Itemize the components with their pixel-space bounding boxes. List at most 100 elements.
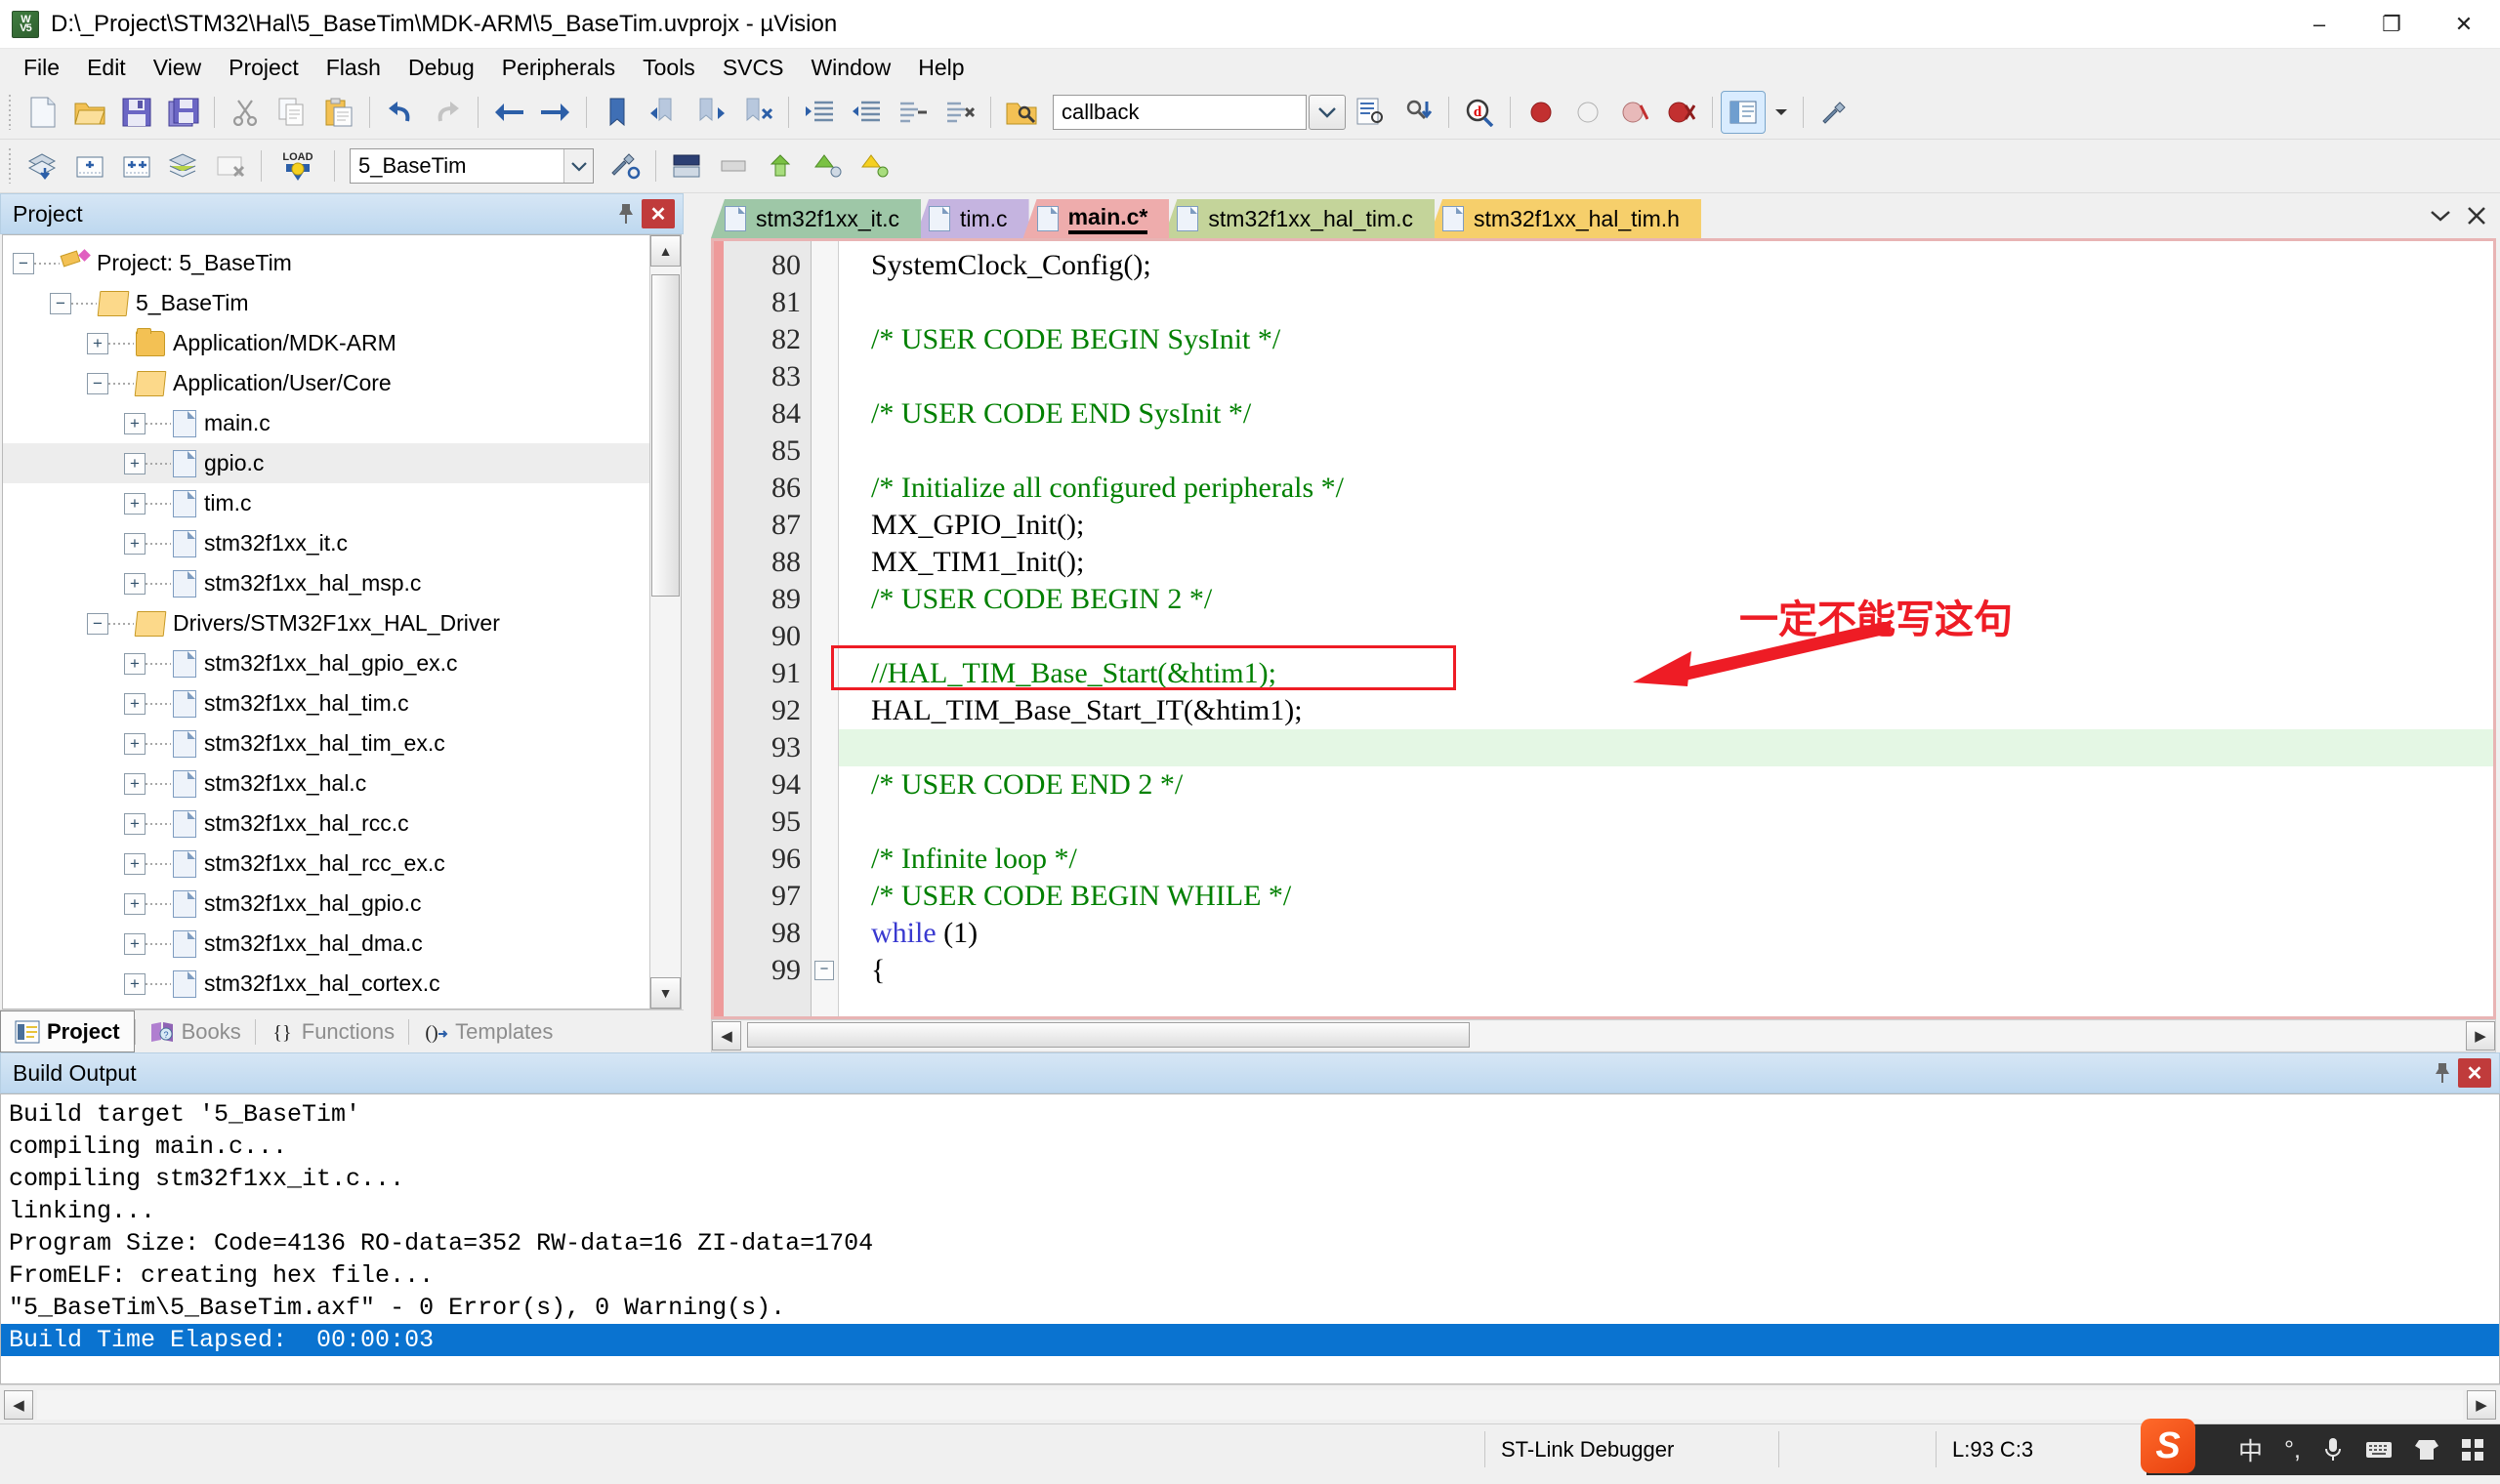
menu-help[interactable]: Help — [904, 51, 978, 85]
tree-item-5-basetim[interactable]: − 5_BaseTim — [3, 283, 649, 323]
code-line[interactable]: /* USER CODE BEGIN 2 */ — [839, 581, 2493, 618]
scroll-track[interactable] — [650, 267, 681, 977]
pane-tab-project[interactable]: Project — [0, 1010, 135, 1052]
target-options-icon[interactable] — [604, 145, 646, 186]
tree-item-gpio-c[interactable]: + gpio.c — [3, 443, 649, 483]
indent-icon[interactable] — [798, 92, 841, 133]
code-line[interactable]: /* Initialize all configured peripherals… — [839, 470, 2493, 507]
project-tree[interactable]: − Project: 5_BaseTim − 5_BaseTim + Applicatio… — [3, 235, 649, 1009]
scroll-right-button[interactable]: ▶ — [2467, 1389, 2496, 1420]
tree-item-application-mdk-arm[interactable]: + Application/MDK-ARM — [3, 323, 649, 363]
scroll-left-button[interactable]: ◀ — [712, 1021, 741, 1051]
code-folding-column[interactable]: − — [812, 241, 839, 1016]
code-line[interactable]: //HAL_TIM_Base_Start(&htim1); — [839, 655, 2493, 692]
tree-item-stm32f1xx-hal-cortex-c[interactable]: + stm32f1xx_hal_cortex.c — [3, 964, 649, 1004]
search-input[interactable]: callback — [1054, 100, 1146, 125]
expand-icon[interactable]: + — [124, 572, 146, 595]
expand-icon[interactable]: + — [124, 532, 146, 555]
new-file-icon[interactable] — [21, 92, 64, 133]
close-icon[interactable]: ✕ — [2458, 1058, 2491, 1088]
code-line[interactable]: HAL_TIM_Base_Start_IT(&htim1); — [839, 692, 2493, 729]
pane-tab-books[interactable]: ? Books — [136, 1010, 255, 1052]
tree-item-stm32f1xx-hal-gpio-ex-c[interactable]: + stm32f1xx_hal_gpio_ex.c — [3, 643, 649, 683]
skin-icon[interactable] — [2414, 1438, 2439, 1462]
insert-breakpoint-icon[interactable] — [1520, 92, 1562, 133]
close-icon[interactable]: ✕ — [642, 199, 675, 228]
undo-icon[interactable] — [379, 92, 422, 133]
editor-tab-stm32f1xx-hal-tim-c[interactable]: stm32f1xx_hal_tim.c — [1163, 199, 1436, 238]
expand-icon[interactable]: + — [124, 692, 146, 715]
hscroll-thumb[interactable] — [747, 1022, 1470, 1048]
tree-item-application-user-core[interactable]: − Application/User/Core — [3, 363, 649, 403]
hscroll-track[interactable] — [741, 1021, 2466, 1051]
tree-item-main-c[interactable]: + main.c — [3, 403, 649, 443]
chevron-down-icon[interactable] — [563, 149, 593, 183]
code-line[interactable]: /* USER CODE END 2 */ — [839, 766, 2493, 804]
tree-item-tim-c[interactable]: + tim.c — [3, 483, 649, 523]
menu-project[interactable]: Project — [215, 51, 312, 85]
code-line[interactable] — [839, 729, 2493, 766]
pack-installer-icon[interactable] — [759, 145, 802, 186]
scroll-up-button[interactable]: ▲ — [650, 235, 681, 267]
copy-icon[interactable] — [271, 92, 313, 133]
editor-tab-stm32f1xx-hal-tim-h[interactable]: stm32f1xx_hal_tim.h — [1429, 199, 1701, 238]
collapse-icon[interactable]: − — [13, 252, 34, 274]
chevron-down-icon[interactable] — [2430, 209, 2451, 223]
tree-item-stm32f1xx-hal-tim-ex-c[interactable]: + stm32f1xx_hal_tim_ex.c — [3, 723, 649, 763]
comment-icon[interactable] — [892, 92, 935, 133]
tree-item-stm32f1xx-hal-dma-c[interactable]: + stm32f1xx_hal_dma.c — [3, 924, 649, 964]
code-text[interactable]: SystemClock_Config(); /* USER CODE BEGIN… — [839, 241, 2493, 1016]
menu-debug[interactable]: Debug — [395, 51, 488, 85]
build-output-horizontal-scrollbar[interactable]: ◀ ▶ — [0, 1384, 2500, 1423]
close-icon[interactable] — [2467, 206, 2486, 226]
expand-icon[interactable]: + — [124, 852, 146, 875]
outdent-icon[interactable] — [845, 92, 888, 133]
bookmark-prev-icon[interactable] — [643, 92, 686, 133]
manage-runtime-icon[interactable] — [665, 145, 708, 186]
fold-toggle-icon[interactable]: − — [814, 961, 834, 980]
cut-icon[interactable] — [224, 92, 267, 133]
uncomment-icon[interactable] — [938, 92, 981, 133]
scroll-thumb[interactable] — [651, 274, 680, 597]
scroll-right-button[interactable]: ▶ — [2466, 1021, 2495, 1051]
find-in-text-icon[interactable] — [1350, 92, 1393, 133]
close-button[interactable]: ✕ — [2428, 0, 2500, 49]
expand-icon[interactable]: + — [124, 892, 146, 915]
window-layout-dropdown-arrow[interactable] — [1769, 92, 1794, 133]
toolbar-grip[interactable] — [6, 148, 16, 184]
code-line[interactable]: /* Infinite loop */ — [839, 841, 2493, 878]
menu-view[interactable]: View — [140, 51, 215, 85]
kill-all-breakpoints-icon[interactable] — [1660, 92, 1703, 133]
navigate-back-icon[interactable] — [487, 92, 530, 133]
bookmark-next-icon[interactable] — [689, 92, 732, 133]
tree-item-stm32f1xx-hal-msp-c[interactable]: + stm32f1xx_hal_msp.c — [3, 563, 649, 603]
collapse-icon[interactable]: − — [87, 372, 108, 394]
save-all-icon[interactable] — [162, 92, 205, 133]
code-line[interactable]: /* USER CODE END SysInit */ — [839, 395, 2493, 433]
tree-item-stm32f1xx-it-c[interactable]: + stm32f1xx_it.c — [3, 523, 649, 563]
menu-svcs[interactable]: SVCS — [709, 51, 798, 85]
collapse-icon[interactable]: − — [87, 612, 108, 635]
menu-window[interactable]: Window — [797, 51, 904, 85]
disable-all-breakpoints-icon[interactable] — [1613, 92, 1656, 133]
search-combo[interactable]: callback — [1053, 95, 1307, 130]
ime-mode-toggle[interactable]: 中 — [2238, 1432, 2263, 1467]
bottom-scroll-track[interactable] — [37, 1389, 2463, 1420]
paste-icon[interactable] — [317, 92, 360, 133]
pin-icon[interactable] — [610, 198, 642, 229]
expand-icon[interactable]: + — [124, 652, 146, 675]
navigate-forward-icon[interactable] — [534, 92, 577, 133]
code-line[interactable]: while (1) — [839, 915, 2493, 952]
batch-build-icon[interactable] — [115, 145, 158, 186]
multi-project-icon[interactable] — [712, 145, 755, 186]
expand-icon[interactable]: + — [124, 772, 146, 795]
expand-icon[interactable]: + — [124, 812, 146, 835]
expand-icon[interactable]: + — [124, 412, 146, 434]
code-line[interactable] — [839, 618, 2493, 655]
window-layout-icon[interactable] — [1721, 91, 1766, 134]
ime-punctuation-toggle[interactable]: °, — [2284, 1436, 2301, 1464]
editor-tab-stm32f1xx-it-c[interactable]: stm32f1xx_it.c — [711, 199, 921, 238]
code-line[interactable]: /* USER CODE BEGIN SysInit */ — [839, 321, 2493, 358]
tree-item-drivers-stm32f1xx-hal-driver[interactable]: − Drivers/STM32F1xx_HAL_Driver — [3, 603, 649, 643]
bookmark-clear-icon[interactable] — [736, 92, 779, 133]
